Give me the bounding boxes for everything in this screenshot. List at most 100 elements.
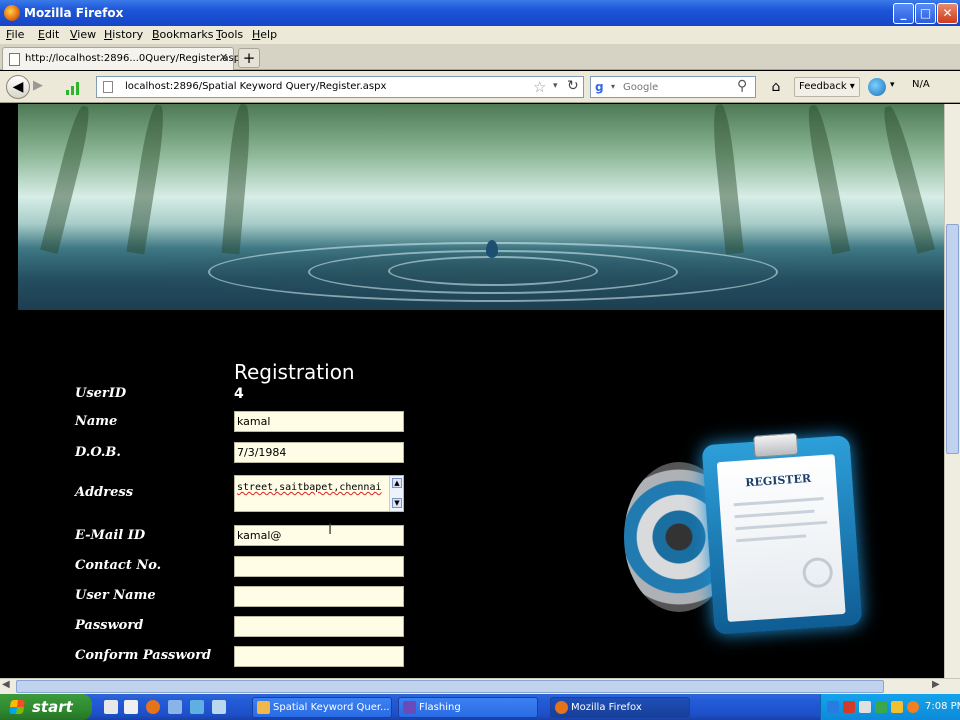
url-text: localhost:2896/Spatial Keyword Query/Reg…: [125, 81, 387, 92]
url-dropdown-icon[interactable]: ▾: [553, 81, 558, 91]
search-icon[interactable]: ⚲: [737, 78, 747, 94]
page-vertical-scrollbar[interactable]: [944, 104, 960, 678]
forward-button[interactable]: ▶: [33, 78, 43, 93]
globe-icon[interactable]: [868, 78, 886, 96]
menu-bar: File Edit View History Bookmarks Tools H…: [0, 26, 960, 44]
page-icon: [103, 81, 113, 93]
clipboard-icon: REGISTER: [701, 432, 863, 635]
vertical-scroll-thumb[interactable]: [946, 224, 959, 454]
tray-app-icon[interactable]: [875, 701, 887, 713]
back-arrow-icon: ◀: [12, 79, 24, 95]
name-field[interactable]: [234, 411, 404, 432]
firefox-icon: [4, 5, 20, 21]
tray-volume-icon[interactable]: [859, 701, 871, 713]
search-input[interactable]: [623, 80, 733, 95]
globe-dropdown-icon[interactable]: ▾: [890, 80, 895, 90]
register-clipart: REGISTER: [624, 432, 864, 635]
text-cursor-icon: I: [328, 522, 333, 538]
water-drop-icon: [486, 240, 498, 258]
home-button[interactable]: ⌂: [764, 76, 788, 98]
url-bar[interactable]: localhost:2896/Spatial Keyword Query/Reg…: [96, 76, 584, 98]
userid-value: 4: [234, 386, 244, 402]
quicklaunch-media-icon[interactable]: [212, 700, 226, 714]
scroll-down-icon[interactable]: ▼: [392, 498, 402, 508]
menu-help[interactable]: Help: [252, 28, 277, 41]
task-flashing[interactable]: Flashing: [398, 697, 538, 718]
contact-label: Contact No.: [75, 558, 162, 573]
feedback-button[interactable]: Feedback ▾: [794, 77, 860, 97]
firefox-icon: [555, 701, 568, 714]
dob-label: D.O.B.: [75, 445, 121, 460]
quicklaunch-document-icon[interactable]: [124, 700, 138, 714]
contact-field[interactable]: [234, 556, 404, 577]
maximize-button[interactable]: □: [915, 3, 936, 24]
visual-studio-icon: [257, 701, 270, 714]
form-title: Registration: [234, 360, 355, 384]
menu-edit[interactable]: Edit: [38, 28, 59, 41]
window-title: Mozilla Firefox: [24, 6, 124, 20]
signal-bars-icon: [66, 79, 84, 95]
navigation-toolbar: ◀ ▶ localhost:2896/Spatial Keyword Query…: [0, 71, 960, 103]
tray-network-icon[interactable]: [827, 701, 839, 713]
email-label: E-Mail ID: [75, 528, 146, 543]
quicklaunch-app-icon[interactable]: [168, 700, 182, 714]
menu-file[interactable]: File: [6, 28, 24, 41]
address-scrollbar[interactable]: ▲ ▼: [389, 476, 403, 511]
minimize-button[interactable]: _: [893, 3, 914, 24]
dob-field[interactable]: [234, 442, 404, 463]
window-titlebar: Mozilla Firefox _ □ ✕: [0, 0, 960, 26]
password-field[interactable]: [234, 616, 404, 637]
tray-security-icon[interactable]: [843, 701, 855, 713]
tab-bar: http://localhost:2896...0Query/Register.…: [0, 44, 960, 70]
menu-history[interactable]: History: [104, 28, 143, 41]
tab-label: http://localhost:2896...0Query/Register.…: [25, 53, 247, 64]
username-field[interactable]: [234, 586, 404, 607]
home-icon: ⌂: [771, 79, 781, 95]
flashing-app-icon: [403, 701, 416, 714]
email-field[interactable]: [234, 525, 404, 546]
show-desktop-icon[interactable]: [104, 700, 118, 714]
windows-taskbar: start Spatial Keyword Quer... Flashing M…: [0, 694, 960, 720]
na-indicator[interactable]: N/A: [912, 79, 930, 90]
task-mozilla-firefox[interactable]: Mozilla Firefox: [550, 697, 690, 718]
name-label: Name: [75, 414, 118, 429]
scroll-left-icon[interactable]: ◀: [2, 679, 10, 690]
tray-firefox-icon[interactable]: [907, 701, 919, 713]
close-window-button[interactable]: ✕: [937, 3, 958, 24]
address-textarea[interactable]: street,saitbapet,chennai ▲ ▼: [234, 475, 404, 512]
page-horizontal-scrollbar[interactable]: ◀ ▶: [0, 678, 960, 694]
google-icon[interactable]: g: [595, 80, 604, 94]
system-tray: 7:08 PM: [820, 694, 960, 720]
start-button[interactable]: start: [0, 694, 92, 720]
water-drop-banner: [18, 104, 944, 310]
address-label: Address: [75, 485, 134, 500]
menu-view[interactable]: View: [70, 28, 96, 41]
forward-arrow-icon: ▶: [33, 78, 43, 93]
horizontal-scroll-thumb[interactable]: [16, 680, 884, 693]
taskbar-clock[interactable]: 7:08 PM: [925, 701, 960, 712]
tray-update-icon[interactable]: [891, 701, 903, 713]
page-icon: [9, 53, 20, 66]
scroll-up-icon[interactable]: ▲: [392, 478, 402, 488]
windows-logo-icon: [9, 700, 25, 714]
new-tab-button[interactable]: +: [238, 48, 260, 68]
menu-tools[interactable]: Tools: [216, 28, 243, 41]
quicklaunch-explorer-icon[interactable]: [190, 700, 204, 714]
back-button[interactable]: ◀: [6, 75, 30, 99]
address-text: street,saitbapet,chennai: [237, 482, 382, 493]
password-label: Password: [75, 618, 144, 633]
reload-icon[interactable]: ↻: [567, 78, 579, 94]
page-viewport: Registration UserID 4 Name D.O.B. Addres…: [0, 104, 960, 678]
start-label: start: [32, 698, 73, 716]
tab-register[interactable]: http://localhost:2896...0Query/Register.…: [2, 47, 246, 70]
quicklaunch-firefox-icon[interactable]: [146, 700, 160, 714]
bookmark-star-icon[interactable]: ☆: [533, 78, 546, 96]
scroll-right-icon[interactable]: ▶: [932, 679, 940, 690]
tab-close-icon[interactable]: ✕: [219, 51, 228, 64]
menu-bookmarks[interactable]: Bookmarks: [152, 28, 213, 41]
task-spatial-keyword-query[interactable]: Spatial Keyword Quer...: [252, 697, 392, 718]
search-engine-dropdown-icon[interactable]: ▾: [611, 82, 615, 91]
confirm-password-label: Conform Password: [75, 648, 212, 663]
search-box: g ▾ ⚲: [590, 76, 756, 98]
confirm-password-field[interactable]: [234, 646, 404, 667]
